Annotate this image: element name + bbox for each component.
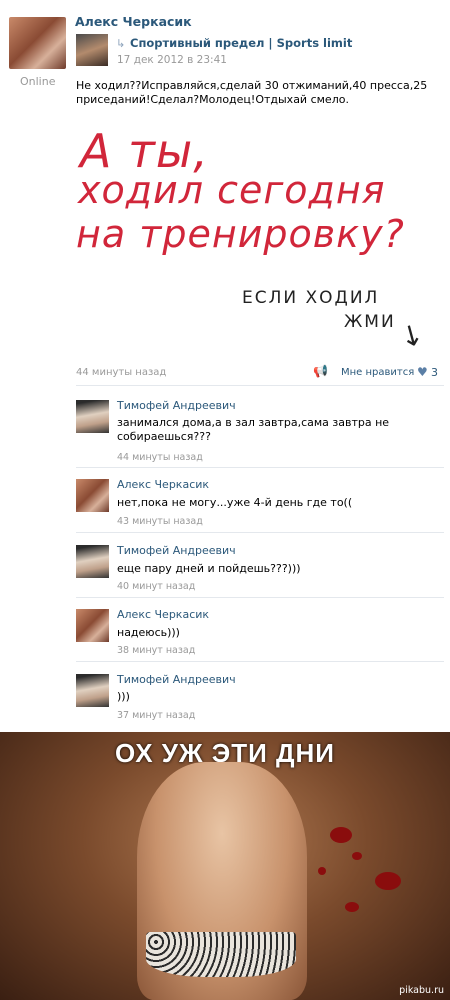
repost-date-link[interactable]: 17 дек 2012 в 23:41: [117, 54, 227, 66]
stain: [318, 867, 326, 875]
repost-source-link[interactable]: Спортивный предел | Sports limit: [130, 36, 352, 50]
post-image[interactable]: А ты, ходил сегодня на тренировку? ЕСЛИ …: [76, 120, 446, 360]
meme-photo: ОХ УЖ ЭТИ ДНИ pikabu.ru: [0, 732, 450, 1000]
megaphone-icon[interactable]: 📢: [313, 364, 328, 378]
post-author-link[interactable]: Алекс Черкасик: [75, 14, 192, 29]
comment-avatar[interactable]: [76, 400, 109, 433]
post-text: Не ходил??Исправляйся,сделай 30 отжимани…: [76, 79, 428, 106]
comment-text: нет,пока не могу...уже 4-й день где то((: [117, 496, 353, 509]
comment-time-link[interactable]: 43 минуты назад: [117, 516, 203, 527]
stain: [352, 852, 362, 860]
divider: [76, 532, 444, 533]
divider: [76, 385, 444, 386]
like-count[interactable]: 3: [431, 366, 438, 379]
comment-avatar[interactable]: [76, 479, 109, 512]
comment-author-link[interactable]: Тимофей Андреевич: [117, 399, 236, 412]
watermark: pikabu.ru: [399, 985, 444, 996]
repost-arrow-icon: ↳: [116, 37, 126, 50]
author-avatar[interactable]: [9, 17, 66, 69]
comment-time-link[interactable]: 44 минуты назад: [117, 452, 203, 463]
image-text-line3: на тренировку?: [76, 212, 405, 256]
comment-text: занимался дома,а в зал завтра,сама завтр…: [117, 416, 390, 443]
image-small-text2: ЖМИ: [344, 312, 396, 332]
image-small-text1: ЕСЛИ ХОДИЛ: [242, 288, 380, 308]
comment-text: еще пару дней и пойдешь???))): [117, 562, 301, 575]
comment-text: надеюсь))): [117, 626, 180, 639]
post-time-link[interactable]: 44 минуты назад: [76, 367, 166, 378]
stain: [345, 902, 359, 912]
divider: [76, 661, 444, 662]
like-button[interactable]: Мне нравится: [341, 367, 414, 378]
comment-avatar[interactable]: [76, 674, 109, 707]
divider: [76, 467, 444, 468]
heart-icon[interactable]: ♥: [417, 365, 428, 379]
comment-author-link[interactable]: Тимофей Андреевич: [117, 544, 236, 557]
divider: [76, 597, 444, 598]
comment-text: ))): [117, 690, 130, 703]
comment-author-link[interactable]: Алекс Черкасик: [117, 478, 209, 491]
stain: [330, 827, 352, 843]
comment-time-link[interactable]: 40 минут назад: [117, 581, 195, 592]
figure-shorts: [146, 932, 296, 977]
repost-source-avatar[interactable]: [76, 34, 108, 66]
comment-avatar[interactable]: [76, 609, 109, 642]
comment-avatar[interactable]: [76, 545, 109, 578]
online-status: Online: [20, 75, 56, 88]
arrow-icon: ↘: [393, 314, 431, 355]
wall-post: Online Алекс Черкасик ↳ Спортивный преде…: [0, 0, 450, 732]
stain: [375, 872, 401, 890]
comment-author-link[interactable]: Алекс Черкасик: [117, 608, 209, 621]
comment-author-link[interactable]: Тимофей Андреевич: [117, 673, 236, 686]
image-text-line2: ходил сегодня: [78, 168, 386, 212]
comment-time-link[interactable]: 37 минут назад: [117, 710, 195, 721]
comment-time-link[interactable]: 38 минут назад: [117, 645, 195, 656]
